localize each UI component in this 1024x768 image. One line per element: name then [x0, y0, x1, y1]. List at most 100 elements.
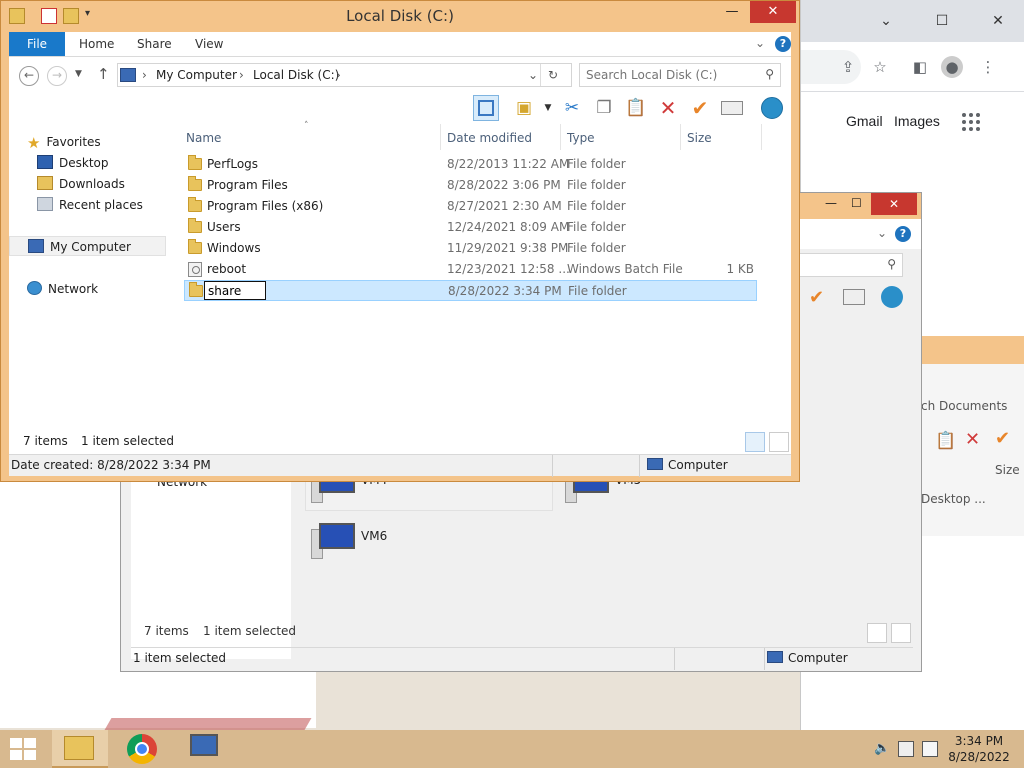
large-icons-view-button[interactable] [769, 432, 789, 452]
file-row-selected[interactable]: 8/28/2022 3:34 PM File folder [184, 280, 757, 301]
third-window-desktop-item: Desktop ... [921, 492, 986, 506]
taskbar-file-explorer[interactable] [52, 730, 108, 768]
images-link[interactable]: Images [894, 113, 940, 129]
second-rename-icon[interactable] [843, 289, 865, 305]
folder-icon [188, 197, 202, 212]
second-status-selected: 1 item selected [203, 624, 297, 638]
chrome-maximize-button[interactable]: ☐ [931, 10, 953, 32]
file-row[interactable]: PerfLogs 8/22/2013 11:22 AM File folder [184, 154, 757, 175]
forward-button[interactable]: → [47, 66, 67, 86]
column-header-name[interactable]: Name [186, 128, 221, 148]
file-name: Program Files [207, 178, 288, 192]
bookmark-star-icon[interactable]: ☆ [869, 56, 891, 78]
taskbar-remote-desktop[interactable] [176, 730, 232, 768]
recent-locations-icon[interactable]: ▼ [75, 69, 82, 79]
column-separator [440, 124, 441, 150]
second-help-icon[interactable]: ? [895, 226, 911, 242]
file-date: 11/29/2021 9:38 PM [447, 241, 569, 255]
details-view-button[interactable] [745, 432, 765, 452]
file-explorer-icon [64, 736, 94, 760]
gmail-link[interactable]: Gmail [846, 113, 883, 129]
recent-places-icon [37, 197, 53, 211]
tab-share[interactable]: Share [137, 32, 172, 56]
folder-options-icon[interactable]: ▣ [511, 95, 537, 121]
action-center-icon[interactable] [922, 741, 938, 757]
close-button[interactable]: ✕ [750, 1, 796, 23]
paste-icon[interactable]: 📋 [623, 95, 649, 121]
checkmark-icon: ✔ [995, 428, 1011, 449]
star-icon: ★ [27, 134, 41, 152]
back-button[interactable]: ← [19, 66, 39, 86]
column-header-size[interactable]: Size [687, 128, 712, 148]
network-status-icon[interactable] [898, 741, 914, 757]
nav-computer-label: My Computer [50, 240, 131, 254]
rename-icon[interactable] [719, 95, 745, 121]
folder-icon [189, 282, 203, 297]
share-icon[interactable]: ⇪ [837, 56, 859, 78]
clock-date: 8/28/2022 [948, 750, 1010, 764]
tab-home[interactable]: Home [79, 32, 114, 56]
second-minimize-button[interactable]: — [825, 196, 837, 210]
search-input[interactable] [586, 67, 756, 83]
system-clock[interactable]: 3:34 PM 8/28/2022 [944, 733, 1014, 765]
up-button[interactable]: ↑ [97, 65, 110, 83]
cut-icon[interactable]: ✂ [559, 95, 585, 121]
column-separator [680, 124, 681, 150]
column-header-type[interactable]: Type [567, 128, 595, 148]
apps-grid-icon[interactable] [962, 113, 980, 131]
minimize-button[interactable]: — [719, 1, 745, 23]
file-row[interactable]: reboot 12/23/2021 12:58 ... Windows Batc… [184, 259, 757, 280]
nav-desktop[interactable]: Desktop [37, 153, 109, 173]
second-details-view-button[interactable] [867, 623, 887, 643]
nav-downloads[interactable]: Downloads [37, 174, 125, 194]
address-bar[interactable]: › My Computer › Local Disk (C:) › ⌄ ↻ [117, 63, 572, 87]
refresh-icon[interactable]: ↻ [548, 68, 558, 82]
checkmark-icon[interactable]: ✔ [687, 95, 713, 121]
volume-muted-icon[interactable]: 🔈 [874, 741, 890, 757]
preview-pane-icon[interactable] [473, 95, 499, 121]
file-date: 8/27/2021 2:30 AM [447, 199, 562, 213]
breadcrumb-local-disk[interactable]: Local Disk (C:) [253, 68, 339, 82]
nav-favorites-label: Favorites [46, 135, 101, 149]
file-row[interactable]: Users 12/24/2021 8:09 AM File folder [184, 217, 757, 238]
nav-recent-places[interactable]: Recent places [37, 195, 143, 215]
nav-favorites[interactable]: ★ Favorites [27, 132, 101, 152]
nav-my-computer[interactable]: My Computer [9, 236, 166, 256]
file-row[interactable]: Windows 11/29/2021 9:38 PM File folder [184, 238, 757, 259]
network-globe-icon[interactable] [759, 95, 785, 121]
folder-options-dropdown-icon[interactable]: ▼ [535, 95, 561, 121]
ribbon-collapse-icon[interactable]: ⌄ [755, 36, 765, 50]
second-tiles-view-button[interactable] [891, 623, 911, 643]
chrome-close-button[interactable]: ✕ [987, 10, 1009, 32]
second-ribbon-collapse-icon[interactable]: ⌄ [877, 226, 887, 240]
profile-avatar-icon[interactable]: ● [941, 56, 963, 78]
file-row[interactable]: Program Files (x86) 8/27/2021 2:30 AM Fi… [184, 196, 757, 217]
statusbar-divider [764, 648, 765, 670]
second-maximize-button[interactable]: ☐ [851, 196, 862, 210]
help-icon[interactable]: ? [775, 36, 791, 52]
file-row[interactable]: Program Files 8/28/2022 3:06 PM File fol… [184, 175, 757, 196]
second-network-icon[interactable] [881, 286, 903, 308]
search-box[interactable]: ⚲ [579, 63, 781, 87]
breadcrumb-my-computer[interactable]: My Computer [156, 68, 237, 82]
copy-icon[interactable]: ❐ [591, 95, 617, 121]
side-panel-icon[interactable]: ◧ [909, 56, 931, 78]
start-button[interactable] [10, 738, 38, 760]
delete-icon[interactable]: ✕ [655, 95, 681, 121]
tab-view[interactable]: View [195, 32, 223, 56]
taskbar-chrome[interactable] [114, 730, 170, 768]
second-close-button[interactable]: ✕ [871, 193, 917, 215]
vm6-item[interactable]: VM6 [309, 521, 429, 571]
nav-network[interactable]: Network [27, 279, 98, 299]
search-icon[interactable]: ⚲ [765, 67, 774, 81]
rename-input[interactable] [204, 281, 266, 300]
chrome-tab-search-icon[interactable]: ⌄ [875, 10, 897, 32]
address-dropdown-icon[interactable]: ⌄ [528, 68, 538, 82]
quick-toolbar: ▣ ▼ ✂ ❐ 📋 ✕ ✔ [9, 92, 791, 124]
file-name: PerfLogs [207, 157, 259, 171]
second-checkmark-icon[interactable]: ✔ [809, 287, 824, 308]
second-search-box[interactable]: ⚲ [791, 253, 903, 277]
column-header-date[interactable]: Date modified [447, 128, 532, 148]
chrome-menu-icon[interactable]: ⋮ [977, 56, 999, 78]
tab-file[interactable]: File [9, 32, 65, 56]
